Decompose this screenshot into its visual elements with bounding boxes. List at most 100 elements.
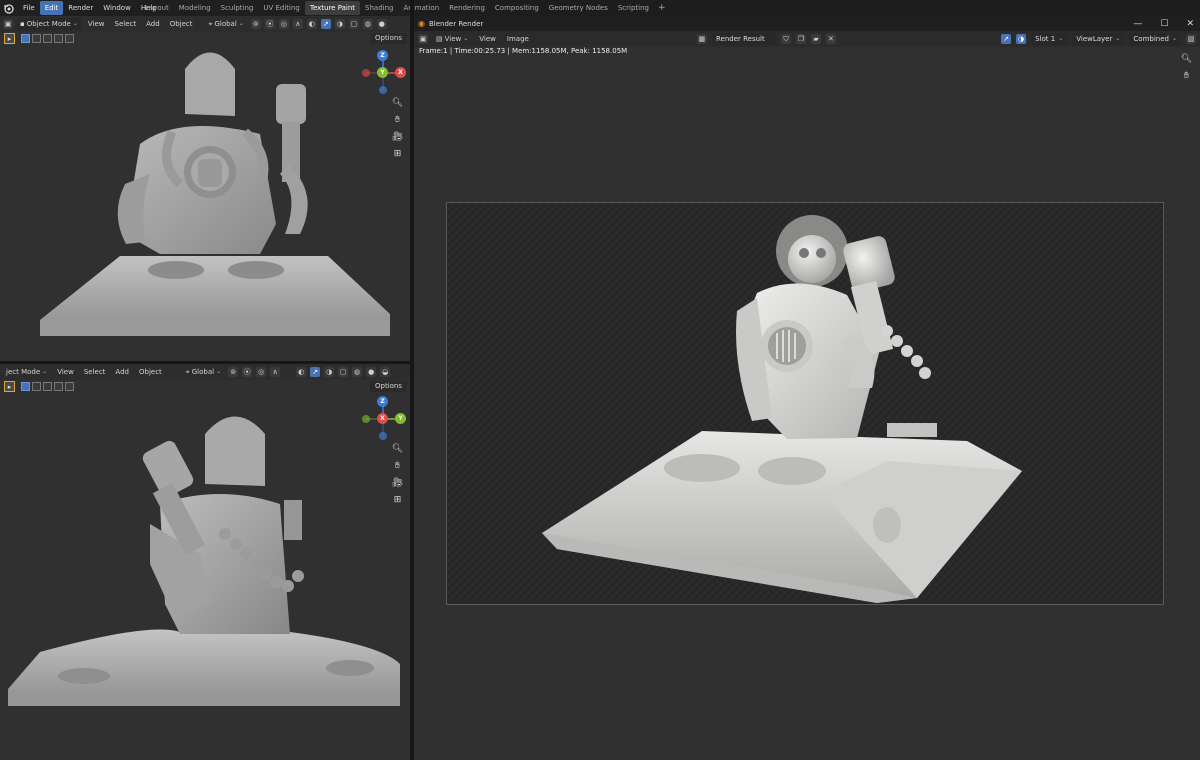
select-subtract-icon[interactable] xyxy=(43,34,52,43)
shading-wireframe-icon[interactable]: ◍ xyxy=(362,19,373,29)
fake-user-icon[interactable]: ⛉ xyxy=(780,34,791,44)
select-extend-icon[interactable] xyxy=(32,382,41,391)
menu-view[interactable]: View xyxy=(85,18,108,30)
tab-animation[interactable]: Animation xyxy=(398,1,444,15)
select-new-icon[interactable] xyxy=(21,382,30,391)
shading-solid-icon[interactable]: ● xyxy=(376,19,387,29)
blender-logo-icon[interactable] xyxy=(2,2,14,14)
proportional-edit-icon[interactable]: ◎ xyxy=(256,367,267,377)
image-icon: ▤ xyxy=(436,35,443,43)
tab-shading[interactable]: Shading xyxy=(360,1,398,15)
menu-file[interactable]: File xyxy=(18,1,40,15)
menu-window[interactable]: Window xyxy=(98,1,136,15)
select-new-icon[interactable] xyxy=(21,34,30,43)
menu-select[interactable]: Select xyxy=(81,366,109,378)
mode-dropdown[interactable]: ▪ Object Mode ⌄ xyxy=(17,18,81,30)
tab-scripting[interactable]: Scripting xyxy=(613,1,654,15)
viewport-top[interactable]: ▣ ▪ Object Mode ⌄ View Select Add Object ⌖… xyxy=(0,16,410,361)
editor-type-icon[interactable]: ▣ xyxy=(3,19,13,29)
add-workspace-button[interactable]: + xyxy=(654,3,670,13)
shading-wireframe-icon[interactable]: ◍ xyxy=(352,367,363,377)
select-invert-icon[interactable] xyxy=(54,34,63,43)
menu-add[interactable]: Add xyxy=(112,366,132,378)
falloff-icon[interactable]: ∧ xyxy=(292,19,303,29)
gizmo-toggle-icon[interactable]: ↗ xyxy=(1001,34,1012,44)
tab-texture-paint[interactable]: Texture Paint xyxy=(304,1,361,15)
overlay-icon[interactable]: ◑ xyxy=(1016,34,1027,44)
shading-material-icon[interactable]: ◒ xyxy=(380,367,391,377)
slot-label: Slot 1 xyxy=(1035,35,1056,43)
menu-select[interactable]: Select xyxy=(112,18,140,30)
image-nav-buttons: 🔍︎ ✋︎ xyxy=(1180,52,1193,82)
tab-layout[interactable]: Layout xyxy=(140,1,174,15)
tab-geometry-nodes[interactable]: Geometry Nodes xyxy=(544,1,613,15)
overlay-icon[interactable]: ◑ xyxy=(334,19,345,29)
view-layer-dropdown[interactable]: ViewLayer ⌄ xyxy=(1072,33,1125,45)
open-folder-icon[interactable]: ▰ xyxy=(810,34,821,44)
slot-dropdown[interactable]: Slot 1 ⌄ xyxy=(1031,33,1068,45)
select-extend-icon[interactable] xyxy=(32,34,41,43)
tab-compositing[interactable]: Compositing xyxy=(490,1,544,15)
unlink-close-icon[interactable]: ✕ xyxy=(825,34,836,44)
proportional-edit-icon[interactable]: ◎ xyxy=(278,19,289,29)
pivot-icon[interactable]: ⊚ xyxy=(228,367,239,377)
orientation-dropdown[interactable]: ⌖ Global ⌄ xyxy=(206,18,247,30)
menu-render[interactable]: Render xyxy=(63,1,98,15)
render-result-image xyxy=(542,215,1022,603)
new-image-icon[interactable]: ❐ xyxy=(795,34,806,44)
options-dropdown[interactable]: Options xyxy=(369,381,407,392)
orientation-dropdown[interactable]: ⌖ Global ⌄ xyxy=(183,366,224,378)
select-invert-icon[interactable] xyxy=(54,382,63,391)
chevron-down-icon: ⌄ xyxy=(216,368,222,375)
viewport-top-header: ▣ ▪ Object Mode ⌄ View Select Add Object ⌖… xyxy=(0,16,410,32)
options-dropdown[interactable]: Options xyxy=(369,33,407,44)
menu-image[interactable]: Image xyxy=(504,33,532,45)
visibility-icon[interactable]: ◐ xyxy=(306,19,317,29)
shading-solid-icon[interactable]: ● xyxy=(366,367,377,377)
viewport-bottom[interactable]: ject Mode ⌄ View Select Add Object ⌖ Globa… xyxy=(0,364,410,760)
tab-modeling[interactable]: Modeling xyxy=(174,1,216,15)
select-subtract-icon[interactable] xyxy=(43,382,52,391)
gizmo-toggle-icon[interactable]: ↗ xyxy=(320,19,331,29)
pivot-icon[interactable]: ⊚ xyxy=(250,19,261,29)
snap-icon[interactable]: ⦿ xyxy=(264,19,275,29)
select-tool-icon[interactable]: ▸ xyxy=(4,33,15,44)
overlay-icon[interactable]: ◑ xyxy=(324,367,335,377)
select-tool-icon[interactable]: ▸ xyxy=(4,381,15,392)
snap-icon[interactable]: ⦿ xyxy=(242,367,253,377)
xray-icon[interactable]: ▢ xyxy=(348,19,359,29)
xray-icon[interactable]: ▢ xyxy=(338,367,349,377)
view-mode-dropdown[interactable]: ▤ View ⌄ xyxy=(433,33,471,45)
viewport-bottom-header: ject Mode ⌄ View Select Add Object ⌖ Globa… xyxy=(0,364,410,380)
mode-dropdown[interactable]: ject Mode ⌄ xyxy=(3,366,50,378)
visibility-icon[interactable]: ◐ xyxy=(296,367,307,377)
render-result-canvas[interactable] xyxy=(446,202,1164,605)
zoom-icon[interactable]: 🔍︎ xyxy=(1180,52,1193,65)
tab-uv-editing[interactable]: UV Editing xyxy=(258,1,305,15)
menu-view[interactable]: View xyxy=(54,366,77,378)
menu-object[interactable]: Object xyxy=(167,18,196,30)
close-icon[interactable]: ✕ xyxy=(1186,19,1194,29)
orientation-icon: ⌖ xyxy=(208,20,213,28)
maximize-icon[interactable]: ☐ xyxy=(1160,19,1168,29)
editor-type-icon[interactable]: ▣ xyxy=(418,34,428,44)
image-browse-icon[interactable]: ▦ xyxy=(696,34,707,44)
display-channels-icon[interactable]: ▧ xyxy=(1186,34,1197,44)
image-name-field[interactable]: Render Result xyxy=(711,33,776,45)
menu-object[interactable]: Object xyxy=(136,366,165,378)
tab-rendering[interactable]: Rendering xyxy=(444,1,490,15)
menu-view[interactable]: View xyxy=(476,33,499,45)
menu-edit[interactable]: Edit xyxy=(39,1,64,15)
select-intersect-icon[interactable] xyxy=(65,34,74,43)
render-window-titlebar: ◉ Blender Render xyxy=(414,16,1200,31)
menu-add[interactable]: Add xyxy=(143,18,163,30)
render-window: ◉ Blender Render — ☐ ✕ ▣ ▤ View ⌄ View Ima… xyxy=(414,16,1200,760)
gizmo-toggle-icon[interactable]: ↗ xyxy=(310,367,321,377)
mode-label: Object Mode xyxy=(26,20,71,28)
pan-hand-icon[interactable]: ✋︎ xyxy=(1180,69,1193,82)
render-pass-dropdown[interactable]: Combined ⌄ xyxy=(1129,33,1182,45)
select-intersect-icon[interactable] xyxy=(65,382,74,391)
tab-sculpting[interactable]: Sculpting xyxy=(216,1,259,15)
minimize-icon[interactable]: — xyxy=(1133,19,1142,29)
falloff-icon[interactable]: ∧ xyxy=(270,367,281,377)
